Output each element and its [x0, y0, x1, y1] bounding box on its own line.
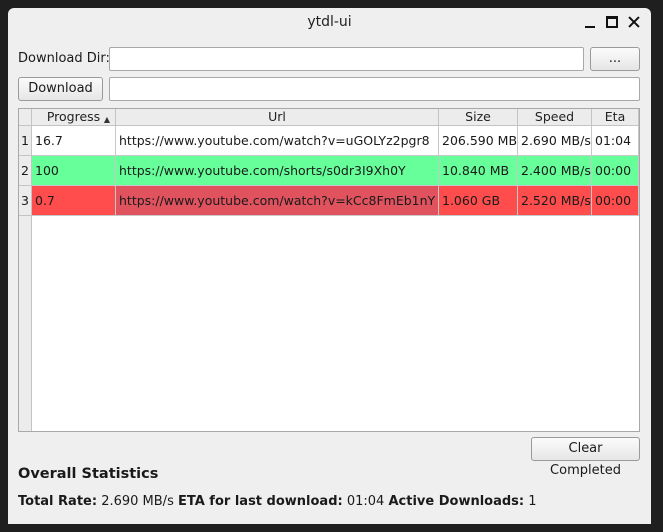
- size-cell[interactable]: 1.060 GB: [439, 186, 518, 216]
- download-dir-label: Download Dir:: [18, 51, 110, 66]
- column-header-label: Progress: [46, 109, 101, 124]
- active-downloads-label: Active Downloads:: [388, 494, 525, 509]
- eta-cell[interactable]: 01:04: [592, 126, 639, 156]
- progress-cell[interactable]: 0.7: [32, 186, 116, 216]
- browse-button[interactable]: ...: [590, 47, 640, 71]
- row-header[interactable]: 1: [19, 126, 32, 156]
- row-header[interactable]: 2: [19, 156, 32, 186]
- url-input[interactable]: [109, 77, 640, 101]
- downloads-table[interactable]: Progress ▲ Url Size Speed Eta 1 2 3 16.7…: [18, 108, 640, 432]
- speed-cell[interactable]: 2.520 MB/s: [518, 186, 592, 216]
- table-row[interactable]: 100 https://www.youtube.com/shorts/s0dr3…: [32, 156, 639, 186]
- close-icon[interactable]: [627, 15, 641, 29]
- url-cell[interactable]: https://www.youtube.com/watch?v=uGOLYz2p…: [116, 126, 439, 156]
- window-title: ytdl-ui: [307, 14, 352, 30]
- maximize-icon[interactable]: [605, 15, 619, 29]
- active-downloads-value: 1: [528, 494, 537, 509]
- column-header-eta[interactable]: Eta: [592, 109, 639, 126]
- download-button[interactable]: Download: [18, 77, 103, 101]
- speed-cell[interactable]: 2.690 MB/s: [518, 126, 592, 156]
- total-rate-value: 2.690 MB/s: [101, 494, 174, 509]
- table-row[interactable]: 16.7 https://www.youtube.com/watch?v=uGO…: [32, 126, 639, 156]
- progress-cell[interactable]: 100: [32, 156, 116, 186]
- app-window: ytdl-ui Download Dir: ... Download Progr…: [8, 8, 651, 524]
- column-header-progress[interactable]: Progress ▲: [32, 109, 116, 126]
- size-cell[interactable]: 10.840 MB: [439, 156, 518, 186]
- size-cell[interactable]: 206.590 MB: [439, 126, 518, 156]
- clear-completed-button[interactable]: Clear Completed: [531, 437, 640, 478]
- download-dir-input[interactable]: [109, 47, 584, 71]
- eta-value: 01:04: [346, 494, 385, 509]
- table-row[interactable]: 0.7 https://www.youtube.com/watch?v=kCc8…: [32, 186, 639, 216]
- column-header-size[interactable]: Size: [439, 109, 518, 126]
- progress-cell[interactable]: 16.7: [32, 126, 116, 156]
- url-cell[interactable]: https://www.youtube.com/watch?v=kCc8FmEb…: [116, 186, 439, 216]
- eta-cell[interactable]: 00:00: [592, 156, 639, 186]
- title-bar[interactable]: ytdl-ui: [8, 8, 651, 38]
- row-header[interactable]: 3: [19, 186, 32, 216]
- column-header-url[interactable]: Url: [116, 109, 439, 126]
- total-rate-label: Total Rate:: [18, 494, 98, 509]
- eta-label: ETA for last download:: [177, 494, 343, 509]
- table-corner-button[interactable]: [19, 109, 32, 126]
- column-header-speed[interactable]: Speed: [518, 109, 592, 126]
- url-cell[interactable]: https://www.youtube.com/shorts/s0dr3I9Xh…: [116, 156, 439, 186]
- statistics-line: Total Rate: 2.690 MB/s ETA for last down…: [18, 494, 537, 509]
- overall-statistics-heading: Overall Statistics: [18, 466, 159, 482]
- speed-cell[interactable]: 2.400 MB/s: [518, 156, 592, 186]
- minimize-icon[interactable]: [583, 15, 597, 29]
- eta-cell[interactable]: 00:00: [592, 186, 639, 216]
